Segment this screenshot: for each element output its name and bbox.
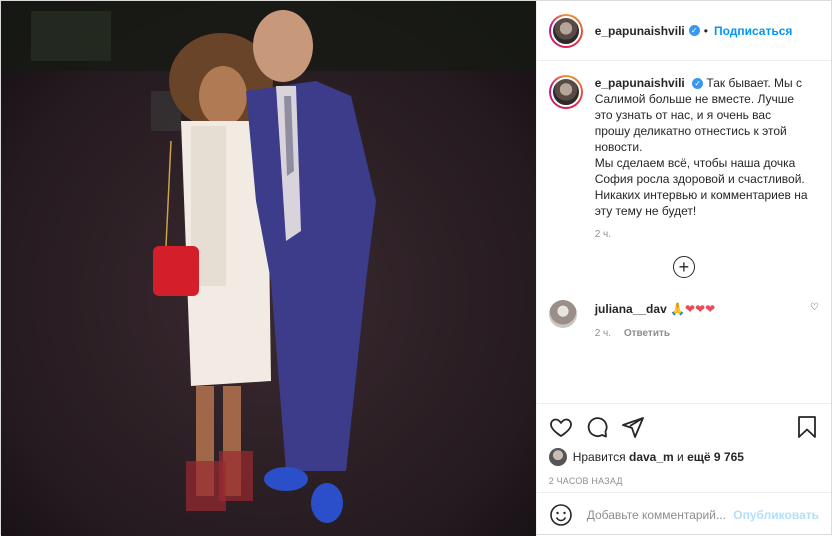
caption-text: e_papunaishvili ✓ Так бывает. Мы с Салим… [595,75,810,219]
comment-time[interactable]: 2 ч. [595,328,611,339]
comment-item: juliana__dav 🙏❤❤❤ 2 ч. Ответить ♡ [548,300,819,339]
verified-icon: ✓ [692,78,704,90]
emoji-icon[interactable] [549,503,573,527]
posted-time[interactable]: 2 ЧАСОВ НАЗАД [549,476,819,486]
comment-emoji: 🙏 [670,302,686,316]
reply-button[interactable]: Ответить [624,328,670,339]
comment-input[interactable]: Добавьте комментарий... [587,508,734,522]
caption-body-3: Никаких интервью и комментариев на эту т… [594,188,808,218]
likes-conj: и [677,450,684,464]
likes-prefix: Нравится [572,450,626,464]
comment-hearts: ❤❤❤ [685,302,716,316]
load-more-comments-icon[interactable]: + [672,256,695,278]
follow-separator: • [703,23,708,38]
caption-time[interactable]: 2 ч. [595,229,819,240]
caption-avatar[interactable] [548,75,583,109]
author-username[interactable]: e_papunaishvili [595,24,685,38]
author-avatar[interactable] [548,13,583,48]
bookmark-icon[interactable] [795,415,819,439]
verified-icon: ✓ [688,25,700,36]
post-actions: Нравится dava_m и ещё 9 765 2 ЧАСОВ НАЗА… [536,403,831,492]
liker-username[interactable]: dava_m [629,450,674,464]
post-sidebar: e_papunaishvili ✓ • Подписаться e_papuna… [535,1,831,536]
likes-count[interactable]: ещё 9 765 [687,450,744,464]
like-icon[interactable] [549,415,573,439]
commenter-avatar[interactable] [548,300,577,328]
comment-like-icon[interactable]: ♡ [810,302,819,313]
likes-line: Нравится dava_m и ещё 9 765 [548,448,819,466]
post-header: e_papunaishvili ✓ • Подписаться [536,1,831,61]
caption: e_papunaishvili ✓ Так бывает. Мы с Салим… [548,75,819,219]
caption-username[interactable]: e_papunaishvili [595,76,685,90]
post-photo[interactable] [1,1,536,536]
follow-button[interactable]: Подписаться [714,24,792,38]
add-comment-bar: Добавьте комментарий... Опубликовать [536,492,831,536]
share-icon[interactable] [621,415,645,439]
caption-body-2: Мы сделаем всё, чтобы наша дочка София р… [594,156,805,186]
post-image [1,1,536,536]
comments-section: e_papunaishvili ✓ Так бывает. Мы с Салим… [537,61,831,403]
instagram-post: e_papunaishvili ✓ • Подписаться e_papuna… [0,0,832,536]
publish-button[interactable]: Опубликовать [733,508,819,522]
comment-icon[interactable] [585,415,609,439]
commenter-username[interactable]: juliana__dav [595,302,667,316]
liker-avatar[interactable] [548,448,567,466]
